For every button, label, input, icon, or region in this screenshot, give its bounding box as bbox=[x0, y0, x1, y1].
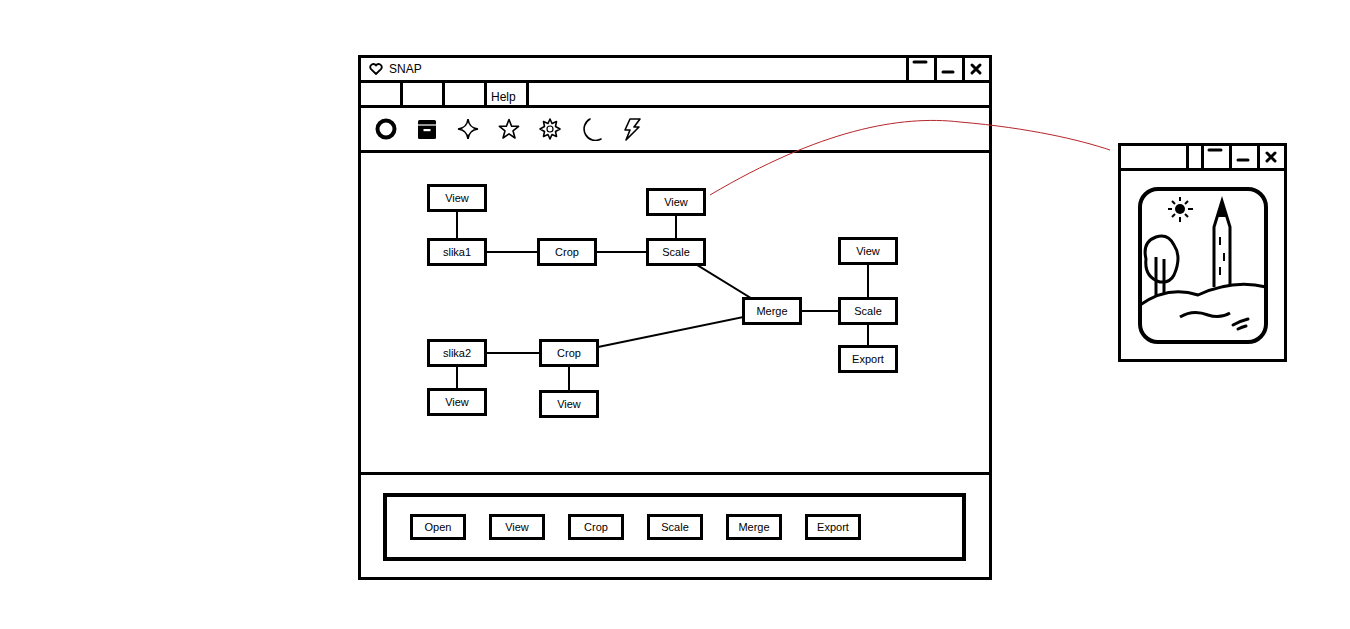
window-title: SNAP bbox=[389, 62, 900, 76]
close-icon bbox=[1264, 150, 1278, 164]
palette-button[interactable]: Merge bbox=[726, 514, 782, 540]
preview-close-button[interactable] bbox=[1257, 146, 1282, 168]
landscape-picture-icon bbox=[1138, 187, 1268, 344]
bottom-panel: Open View Crop Scale Merge Export bbox=[361, 475, 989, 577]
minimize-icon bbox=[940, 61, 956, 77]
palette-button[interactable]: View bbox=[489, 514, 545, 540]
archive-icon bbox=[415, 117, 439, 141]
menu-item[interactable] bbox=[403, 83, 445, 105]
close-button[interactable] bbox=[962, 58, 987, 80]
sparkle-icon bbox=[456, 117, 480, 141]
sparkle-tool[interactable] bbox=[456, 117, 480, 141]
preview-minimize-button[interactable] bbox=[1229, 146, 1254, 168]
diagram-node[interactable]: View bbox=[539, 390, 599, 418]
menu-item[interactable]: Help bbox=[487, 83, 529, 105]
diagram-node[interactable]: View bbox=[427, 184, 487, 212]
moon-icon bbox=[579, 117, 603, 141]
diagram-node[interactable]: Merge bbox=[742, 297, 802, 325]
minimize-icon bbox=[1235, 149, 1251, 165]
title-bar: SNAP bbox=[361, 58, 989, 83]
maximize-button[interactable] bbox=[906, 58, 931, 80]
menu-bar: Help bbox=[361, 83, 989, 108]
preview-window bbox=[1118, 143, 1287, 362]
preview-maximize-button[interactable] bbox=[1201, 146, 1226, 168]
moon-tool[interactable] bbox=[579, 117, 603, 141]
star-icon bbox=[497, 117, 521, 141]
preview-link-line bbox=[0, 0, 1350, 629]
maximize-icon bbox=[911, 58, 929, 66]
diagram-node[interactable]: Export bbox=[838, 345, 898, 373]
preview-window-controls bbox=[1201, 146, 1284, 168]
diagram-node[interactable]: View bbox=[838, 237, 898, 265]
preview-title-bar bbox=[1121, 146, 1284, 171]
diagram-node[interactable]: View bbox=[427, 388, 487, 416]
diagram-node[interactable]: Crop bbox=[537, 238, 597, 266]
palette-button[interactable]: Open bbox=[410, 514, 466, 540]
toolbar bbox=[361, 108, 989, 153]
close-icon bbox=[969, 62, 983, 76]
node-canvas[interactable]: View slika1 Crop Scale View Merge Scale View Exp… bbox=[361, 153, 989, 475]
menu-item[interactable] bbox=[445, 83, 487, 105]
preview-area bbox=[1121, 171, 1284, 359]
lightning-icon bbox=[620, 117, 644, 141]
diagram-node[interactable]: slika1 bbox=[427, 238, 487, 266]
preview-title bbox=[1121, 146, 1189, 168]
diagram-node[interactable]: slika2 bbox=[427, 339, 487, 367]
circle-tool[interactable] bbox=[374, 117, 398, 141]
palette-button[interactable]: Export bbox=[805, 514, 861, 540]
window-controls bbox=[906, 58, 989, 80]
palette-button[interactable]: Scale bbox=[647, 514, 703, 540]
palette-button[interactable]: Crop bbox=[568, 514, 624, 540]
heart-icon bbox=[369, 63, 383, 75]
lightning-tool[interactable] bbox=[620, 117, 644, 141]
maximize-icon bbox=[1206, 146, 1224, 154]
burst-icon bbox=[538, 117, 562, 141]
archive-tool[interactable] bbox=[415, 117, 439, 141]
minimize-button[interactable] bbox=[934, 58, 959, 80]
diagram-node[interactable]: View bbox=[646, 188, 706, 216]
diagram-node[interactable]: Scale bbox=[838, 297, 898, 325]
circle-icon bbox=[374, 117, 398, 141]
node-palette: Open View Crop Scale Merge Export bbox=[383, 493, 966, 561]
diagram-node[interactable]: Scale bbox=[646, 238, 706, 266]
star-tool[interactable] bbox=[497, 117, 521, 141]
menu-item[interactable] bbox=[361, 83, 403, 105]
diagram-node[interactable]: Crop bbox=[539, 339, 599, 367]
burst-tool[interactable] bbox=[538, 117, 562, 141]
main-window: SNAP Help View slika1 Crop Scale View Merge Scal… bbox=[358, 55, 992, 580]
